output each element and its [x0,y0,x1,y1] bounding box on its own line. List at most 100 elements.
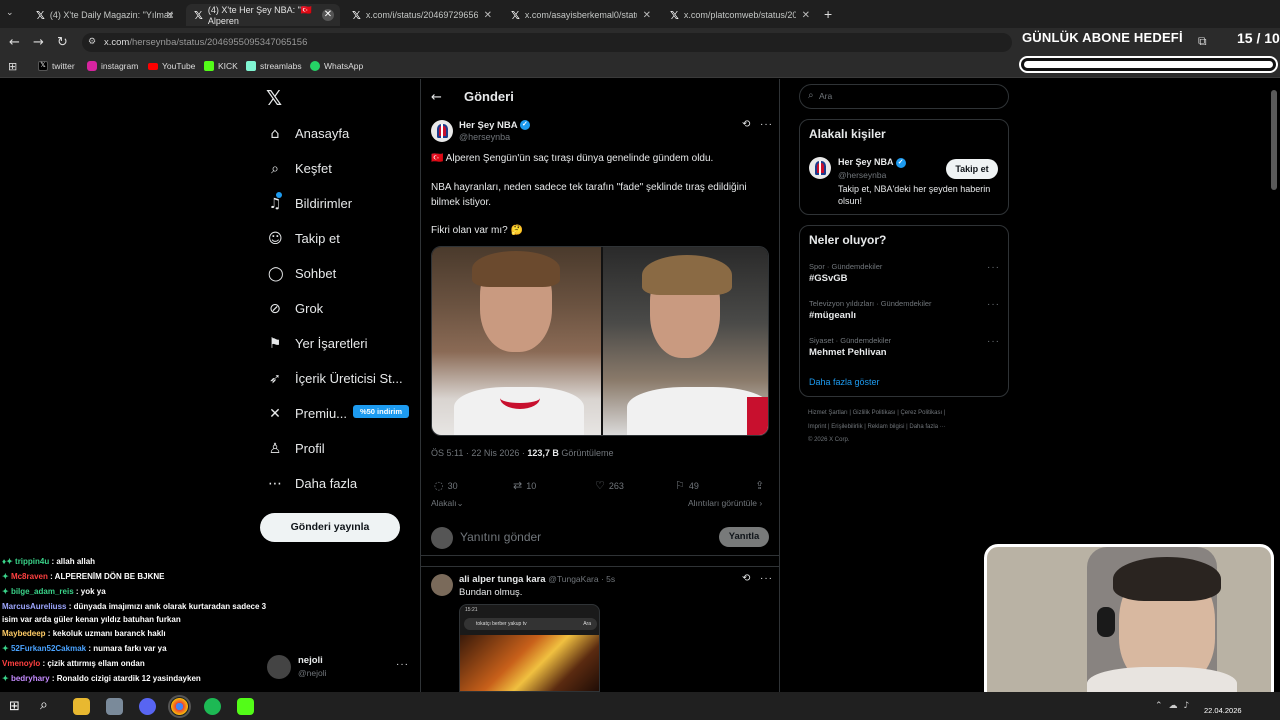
view-quotes-link[interactable]: Alıntıları görüntüle › [688,498,762,508]
grok-icon[interactable]: ⟲ [742,573,750,584]
chrome-icon[interactable] [168,695,191,718]
search-icon: ⌕ [271,160,279,177]
sidebar-item-6[interactable]: ⊘ Grok [268,301,323,316]
show-more-link[interactable]: Daha fazla göster [809,377,880,387]
x-logo-icon[interactable]: 𝕏 [266,86,282,110]
tab-close-icon[interactable]: ✕ [166,10,174,21]
sidebar-item-9[interactable]: ✕ Premiu... [268,406,347,421]
sidebar-item-7[interactable]: ⚑ Yer İşaretleri [268,336,368,351]
scrollbar[interactable] [1271,90,1277,190]
reload-icon[interactable]: ↻ [57,35,68,50]
windows-start-icon[interactable]: ⊞ [9,699,20,714]
app-icon[interactable] [106,698,123,715]
notification-dot [276,192,282,198]
trend-item[interactable]: Mehmet Pehlivan [809,347,887,358]
grok-icon[interactable]: ⟲ [742,119,750,130]
x-logo-icon: ✕ [269,405,281,422]
post-image[interactable] [431,246,769,436]
extensions-icon[interactable]: ⧉ [1198,34,1207,49]
kick-icon[interactable] [237,698,254,715]
tab-close-icon[interactable]: ✕ [322,9,334,21]
discord-icon[interactable] [139,698,156,715]
url-text[interactable]: x.com/herseynba/status/20469550953470651… [104,37,307,48]
browser-tab-2[interactable]: 𝕏 (4) X'te Her Şey NBA: "🇹🇷 Alperen ✕ [186,4,340,26]
hair-shape [472,251,560,287]
taskbar-search-icon[interactable]: ⌕ [40,697,48,713]
footer-copyright: © 2026 X Corp. [808,437,850,443]
browser-tab-5[interactable]: 𝕏x.com/platcomweb/status/2046 ✕ [662,4,816,26]
back-icon[interactable]: ← [9,35,20,50]
browser-tab-4[interactable]: 𝕏x.com/asayisberkemal0/status/✕ [503,4,657,26]
repost-action[interactable]: ⇄ 10 [513,479,536,492]
reply-input[interactable]: Yanıtını gönder [460,530,541,544]
file-explorer-icon[interactable] [73,698,90,715]
author-handle[interactable]: @herseynba [459,132,510,142]
chat-message: ✦ Mc8raven : ALPERENİM DÖN BE BJKNE [2,572,164,581]
sidebar-item-label: Premiu... [295,406,348,421]
reply-more-icon[interactable]: ··· [760,573,773,584]
hair-shape [1113,557,1221,601]
sidebar-item-11[interactable]: ⋯ Daha fazla [268,476,357,491]
reply-action[interactable]: ◌ 30 [434,479,458,492]
tab-search-icon[interactable]: ⌄ [6,8,14,18]
related-handle: @herseynba [838,170,887,180]
new-tab-button[interactable]: + [824,6,832,22]
post-button[interactable]: Gönderi yayınla [260,513,400,542]
browser-tab-3[interactable]: 𝕏x.com/i/status/20469729656868✕ [344,4,498,26]
forward-icon[interactable]: → [33,35,44,50]
tab-close-icon[interactable]: ✕ [484,10,492,21]
related-name[interactable]: Her Şey NBA ✓ [838,157,906,168]
post-more-icon[interactable]: ··· [760,119,773,130]
trend-more-icon[interactable]: ··· [987,336,1000,347]
trend-item[interactable]: #müge­anlı [809,310,856,321]
bookmark-instagram[interactable]: instagram [87,61,138,71]
footer-links[interactable]: Imprint | Erişilebilirlik | Reklam bilgi… [808,424,946,430]
account-more-icon[interactable]: ··· [396,659,409,670]
search-input[interactable]: Ara [819,91,832,101]
instagram-icon [87,61,97,71]
sidebar-item-5[interactable]: ◯ Sohbet [268,266,336,281]
subscriber-goal-fill [1024,61,1273,68]
chat-text: : kekoluk uzmanı baranck haklı [45,629,166,638]
bookmark-action[interactable]: ⚐ 49 [675,479,699,492]
trend-more-icon[interactable]: ··· [987,262,1000,273]
browser-tab-1[interactable]: 𝕏 (4) X'te Daily Magazin: "Yılmaz ✕ [28,4,180,26]
tab-close-icon[interactable]: ✕ [802,10,810,21]
sidebar-item-2[interactable]: ⌕ Keşfet [268,161,332,176]
apps-grid-icon[interactable]: ⊞ [8,60,17,73]
bookmark-kick[interactable]: KICK [204,61,238,71]
tab-close-icon[interactable]: ✕ [643,10,651,21]
sidebar-item-10[interactable]: ♙ Profil [268,441,325,456]
footer-links[interactable]: Hizmet Şartları | Gizlilik Politikası | … [808,410,945,416]
x-favicon-icon: 𝕏 [194,8,203,22]
site-info-icon[interactable]: ⚙ [88,37,96,47]
reply-image[interactable]: 15:21 tokatçı berber yakup tv Ara [459,604,600,692]
sidebar-item-4[interactable]: ☺ Takip et [268,231,340,246]
chat-message: isim var arda güler kenan yıldız batuhan… [2,615,181,624]
related-people-title: Alakalı kişiler [809,127,886,141]
trend-more-icon[interactable]: ··· [987,299,1000,310]
bookmark-streamlabs[interactable]: streamlabs [246,61,302,71]
sidebar-item-3[interactable]: ♫ Bildirimler [268,196,352,211]
bookmark-twitter[interactable]: 𝕏twitter [38,61,75,71]
spotify-icon[interactable] [204,698,221,715]
share-action[interactable]: ⇪ [755,479,764,492]
sidebar-item-8[interactable]: ➶ İçerik Üreticisi St... [268,371,403,386]
reply-button[interactable]: Yanıtla [719,527,769,547]
like-action[interactable]: ♡ 263 [595,479,624,492]
tray-icons[interactable]: ⌃☁♪ [1155,701,1195,711]
bookmark-youtube[interactable]: YouTube [148,61,195,71]
reply-sort-dropdown[interactable]: Alakalı⌄ [431,498,464,509]
account-avatar[interactable] [267,655,291,679]
trend-item[interactable]: #GSvGB [809,273,848,284]
related-avatar[interactable] [809,157,831,179]
author-name[interactable]: Her Şey NBA ✓ [459,120,530,131]
bookmark-whatsapp[interactable]: WhatsApp [310,61,363,71]
back-arrow-icon[interactable]: ← [431,90,442,105]
sidebar-item-1[interactable]: ⌂ Anasayfa [268,126,350,141]
subscriber-goal-title: GÜNLÜK ABONE HEDEFİ [1022,30,1183,45]
follow-button[interactable]: Takip et [946,159,998,179]
reply-author-avatar[interactable] [431,574,453,596]
reply-author[interactable]: ali alper tunga kara @TungaKara · 5s [459,574,615,585]
author-avatar[interactable] [431,120,453,142]
